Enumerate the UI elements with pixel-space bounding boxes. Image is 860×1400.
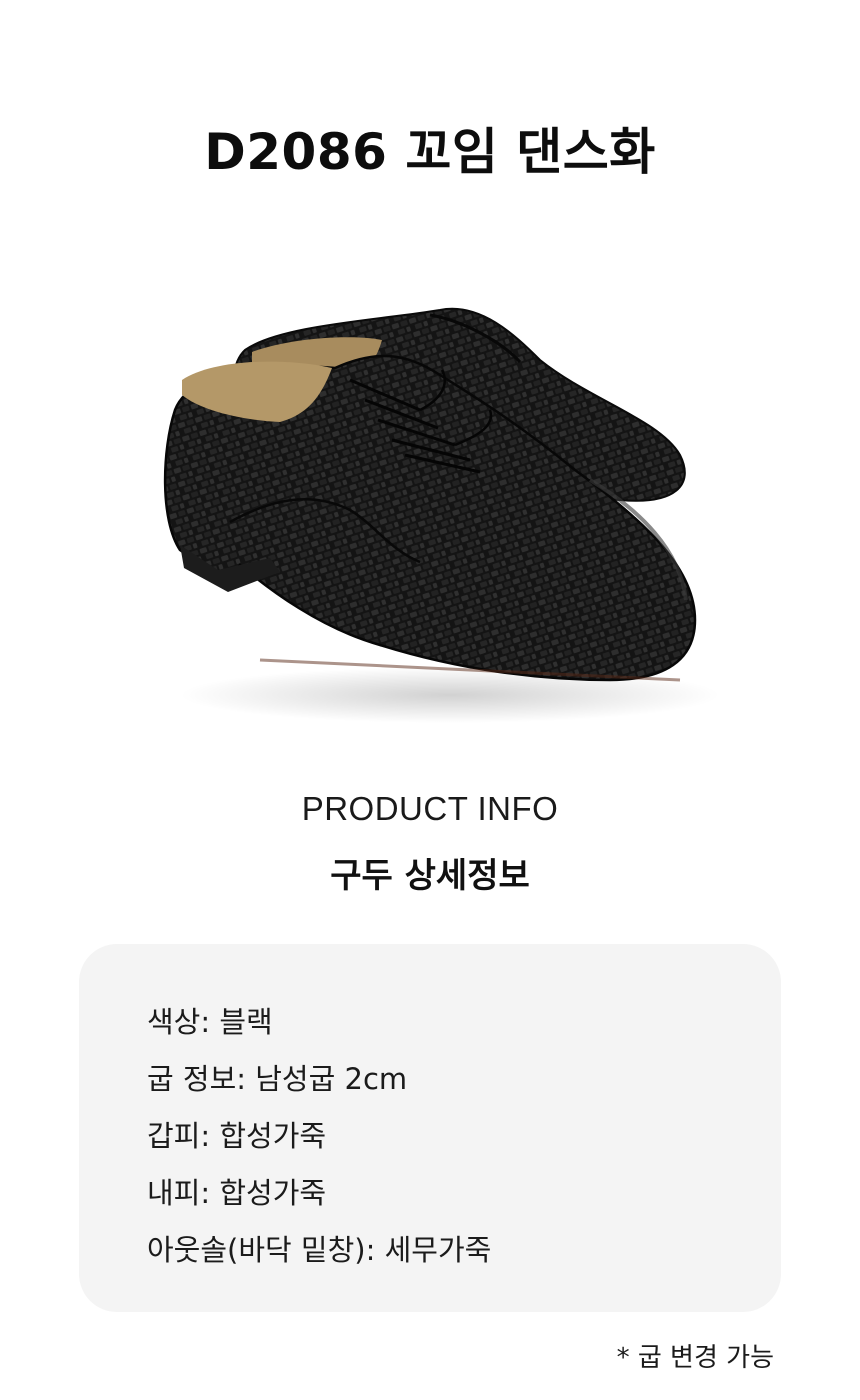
- info-outsole: 아웃솔(바닥 밑창): 세무가죽: [147, 1233, 492, 1267]
- front-shoe-icon: [163, 354, 697, 682]
- product-title: D2086 꼬임 댄스화: [204, 123, 656, 181]
- product-info-list: 색상: 블랙 굽 정보: 남성굽 2cm 갑피: 합성가죽 내피: 합성가죽 아…: [147, 994, 491, 1279]
- product-photo: [120, 250, 740, 750]
- info-upper: 갑피: 합성가죽: [147, 1119, 327, 1153]
- product-info-card: 색상: 블랙 굽 정보: 남성굽 2cm 갑피: 합성가죽 내피: 합성가죽 아…: [79, 944, 781, 1312]
- section-label: PRODUCT INFO: [301, 790, 559, 827]
- info-lining: 내피: 합성가죽: [147, 1176, 327, 1210]
- info-heel: 굽 정보: 남성굽 2cm: [147, 1062, 408, 1096]
- section-title: 구두 상세정보: [330, 856, 530, 896]
- heel-change-note: * 굽 변경 가능: [616, 1343, 774, 1373]
- info-color: 색상: 블랙: [147, 1005, 273, 1039]
